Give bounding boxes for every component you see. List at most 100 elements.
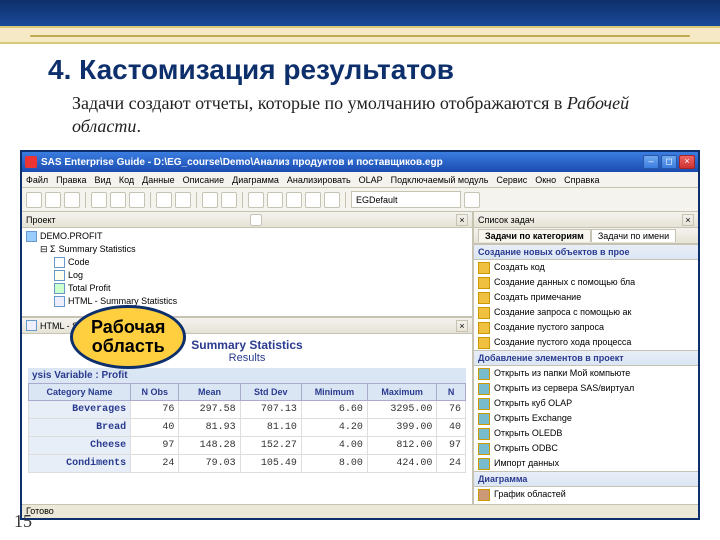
tab-by-name[interactable]: Задачи по имени	[591, 229, 676, 242]
task-item[interactable]: Импорт данных	[474, 456, 698, 471]
cell: 152.27	[240, 437, 301, 455]
tb-query-icon[interactable]	[305, 192, 321, 208]
close-button[interactable]: ×	[679, 155, 695, 169]
minimize-button[interactable]: –	[643, 155, 659, 169]
task-icon	[478, 322, 490, 334]
cell: 812.00	[367, 437, 436, 455]
tb-copy-icon[interactable]	[110, 192, 126, 208]
menu-graph[interactable]: Диаграмма	[232, 175, 279, 185]
window-title: SAS Enterprise Guide - D:\EG_course\Demo…	[41, 157, 643, 168]
task-item[interactable]: Создать примечание	[474, 290, 698, 305]
task-item[interactable]: Открыть из папки Мой компьюте	[474, 366, 698, 381]
project-close-icon[interactable]: ×	[456, 214, 468, 226]
menu-file[interactable]: Файл	[26, 175, 48, 185]
task-item[interactable]: Открыть куб OLAP	[474, 396, 698, 411]
table-row: Condiments2479.03105.498.00424.0024	[29, 455, 466, 473]
menu-view[interactable]: Вид	[95, 175, 111, 185]
task-label: Создание запроса с помощью ак	[494, 306, 631, 319]
tb-stop-icon[interactable]	[221, 192, 237, 208]
tab-by-category[interactable]: Задачи по категориям	[478, 229, 591, 242]
task-icon	[478, 337, 490, 349]
tree-item[interactable]: Code	[26, 256, 468, 269]
task-item[interactable]: Открыть OLEDB	[474, 426, 698, 441]
task-item[interactable]: Открыть из сервера SAS/виртуал	[474, 381, 698, 396]
tb-cut-icon[interactable]	[91, 192, 107, 208]
task-item[interactable]: Создать код	[474, 260, 698, 275]
page-number: 15	[14, 511, 32, 532]
task-label: Создание пустого хода процесса	[494, 336, 631, 349]
tb-sep	[150, 192, 151, 208]
task-label: Открыть Exchange	[494, 412, 572, 425]
tasklist-close-icon[interactable]: ×	[682, 214, 694, 226]
code-icon	[54, 257, 65, 268]
cell: 79.03	[179, 455, 240, 473]
col-mean: Mean	[179, 384, 240, 401]
style-combo[interactable]: EGDefault	[351, 191, 461, 208]
menu-olap[interactable]: OLAP	[359, 175, 383, 185]
task-list[interactable]: Создание новых объектов в прое Создать к…	[474, 244, 698, 504]
titlebar[interactable]: SAS Enterprise Guide - D:\EG_course\Demo…	[22, 152, 698, 172]
html-icon	[54, 296, 65, 307]
task-item[interactable]: Открыть Exchange	[474, 411, 698, 426]
menu-describe[interactable]: Описание	[183, 175, 224, 185]
task-icon	[478, 458, 490, 470]
slide-top-band	[0, 0, 720, 26]
tb-grid-icon[interactable]	[248, 192, 264, 208]
menu-data[interactable]: Данные	[142, 175, 175, 185]
tree-item-label: Log	[68, 269, 83, 282]
menu-addin[interactable]: Подключаемый модуль	[391, 175, 489, 185]
project-panel-title: Проект	[26, 215, 56, 225]
tree-node[interactable]: ⊟ Σ Summary Statistics	[26, 243, 468, 256]
subtitle-text-c: .	[136, 116, 141, 136]
tb-sep	[196, 192, 197, 208]
task-label: Создать примечание	[494, 291, 581, 304]
task-section: Добавление элементов в проект	[474, 350, 698, 366]
task-item[interactable]: Создание пустого хода процесса	[474, 335, 698, 350]
tree-item[interactable]: Log	[26, 269, 468, 282]
result-close-icon[interactable]: ×	[456, 320, 468, 332]
tb-redo-icon[interactable]	[175, 192, 191, 208]
task-item[interactable]: Создание пустого запроса	[474, 320, 698, 335]
tb-sep	[242, 192, 243, 208]
task-icon	[478, 398, 490, 410]
tb-help-icon[interactable]	[464, 192, 480, 208]
project-tree[interactable]: DEMO.PROFIT ⊟ Σ Summary Statistics Code …	[22, 228, 472, 318]
tree-root[interactable]: DEMO.PROFIT	[26, 230, 468, 243]
maximize-button[interactable]: ◻	[661, 155, 677, 169]
task-item[interactable]: Создание данных с помощью бла	[474, 275, 698, 290]
cell: 97	[131, 437, 179, 455]
tree-item[interactable]: HTML - Summary Statistics	[26, 295, 468, 308]
toolbar: EGDefault	[22, 188, 698, 212]
tb-run-icon[interactable]	[202, 192, 218, 208]
tb-chart-icon[interactable]	[286, 192, 302, 208]
cell: 4.00	[301, 437, 367, 455]
tb-save-icon[interactable]	[64, 192, 80, 208]
task-label: Открыть ODBC	[494, 442, 558, 455]
task-item[interactable]: Создание запроса с помощью ак	[474, 305, 698, 320]
task-item[interactable]: Открыть ODBC	[474, 441, 698, 456]
task-icon	[478, 428, 490, 440]
tb-paste-icon[interactable]	[129, 192, 145, 208]
tb-list-icon[interactable]	[267, 192, 283, 208]
menubar: Файл Правка Вид Код Данные Описание Диаг…	[22, 172, 698, 188]
tb-sep	[85, 192, 86, 208]
menu-window[interactable]: Окно	[535, 175, 556, 185]
tree-item-label: Total Profit	[68, 282, 111, 295]
tb-new-icon[interactable]	[26, 192, 42, 208]
cell: 3295.00	[367, 401, 436, 419]
menu-code[interactable]: Код	[119, 175, 134, 185]
app-icon	[25, 156, 37, 168]
tb-undo-icon[interactable]	[156, 192, 172, 208]
tb-open-icon[interactable]	[45, 192, 61, 208]
menu-help[interactable]: Справка	[564, 175, 599, 185]
task-item[interactable]: График областей	[474, 487, 698, 502]
table-row: Cheese97148.28152.274.00812.0097	[29, 437, 466, 455]
menu-analyze[interactable]: Анализировать	[287, 175, 351, 185]
menu-tools[interactable]: Сервис	[496, 175, 527, 185]
tree-item[interactable]: Total Profit	[26, 282, 468, 295]
task-label: Создать код	[494, 261, 545, 274]
project-tools-icon[interactable]	[250, 214, 262, 226]
tb-export-icon[interactable]	[324, 192, 340, 208]
menu-edit[interactable]: Правка	[56, 175, 86, 185]
cell: 24	[131, 455, 179, 473]
